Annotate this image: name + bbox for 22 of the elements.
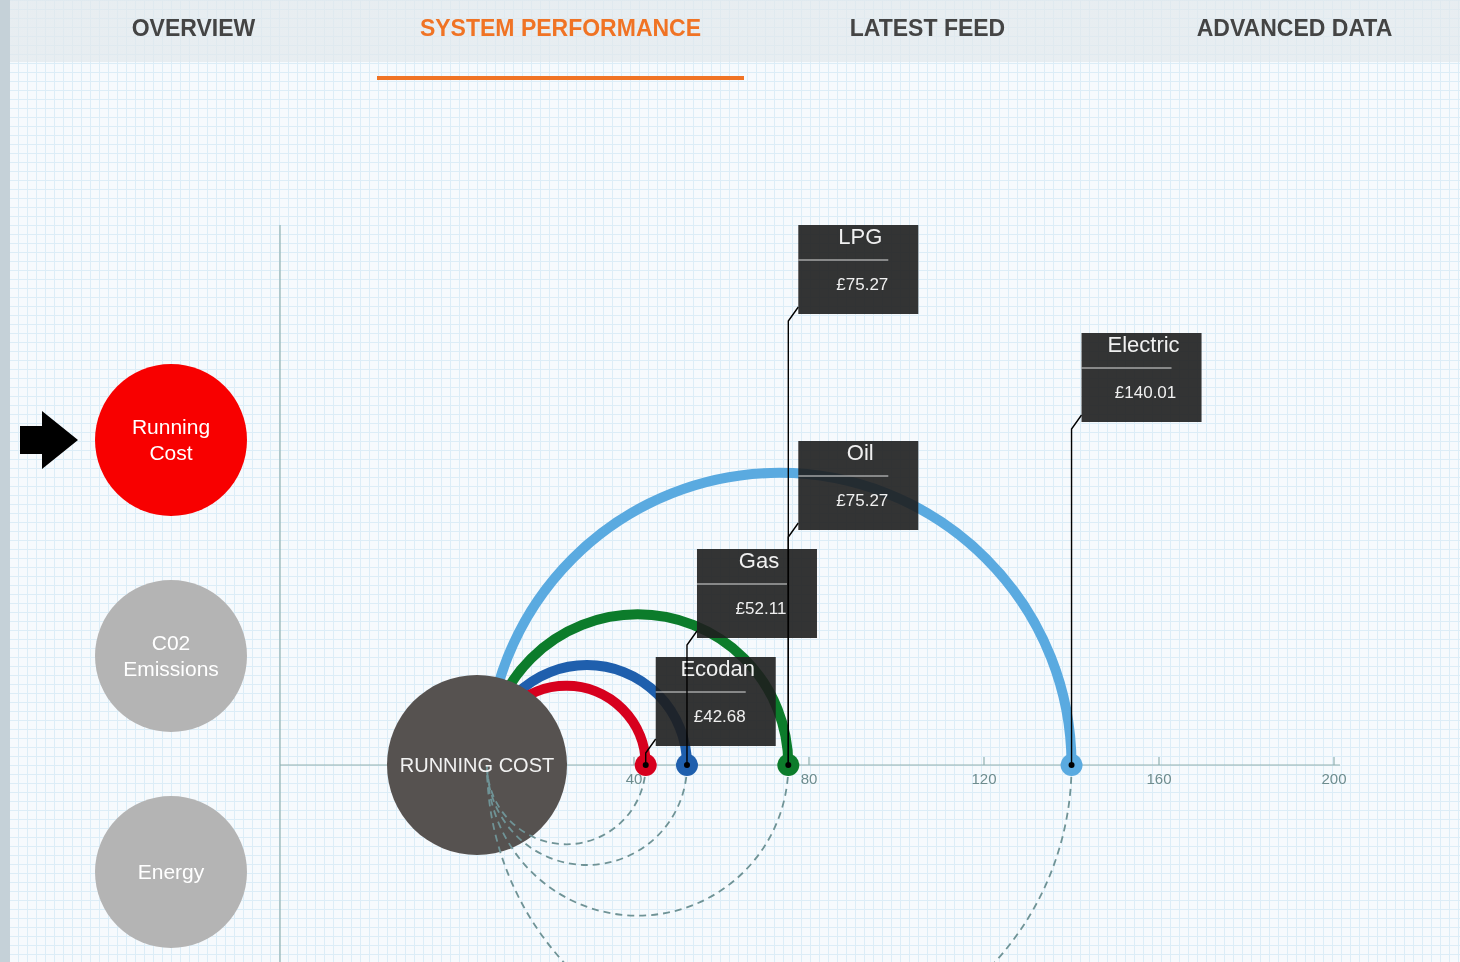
tick-label: 200 [1321, 770, 1347, 787]
callout-title: Ecodan [680, 656, 756, 681]
tick-label: 80 [800, 770, 818, 787]
tick-label: 40 [625, 770, 643, 787]
callout-value: £75.27 [836, 275, 889, 294]
metric-button[interactable]: Running Cost [95, 364, 247, 516]
tab[interactable]: OVERVIEW [10, 0, 377, 80]
tab[interactable]: SYSTEM PERFORMANCE [377, 0, 744, 80]
leader-line [645, 738, 657, 766]
tab[interactable]: LATEST FEED [744, 0, 1111, 80]
callout-value: £42.68 [693, 707, 746, 726]
callout-title: Oil [846, 440, 874, 465]
callout-value: £140.01 [1114, 383, 1177, 402]
tick-label: 160 [1146, 770, 1172, 787]
callout-title: LPG [838, 224, 883, 249]
callout-value: £75.27 [836, 491, 889, 510]
callout-title: Electric [1107, 332, 1180, 357]
tab[interactable]: ADVANCED DATA [1111, 0, 1460, 80]
callout-value: £52.11 [735, 599, 787, 618]
callout-title: Gas [738, 548, 780, 573]
tick-label: 120 [971, 770, 997, 787]
center-label: RUNNING COST [399, 754, 555, 776]
